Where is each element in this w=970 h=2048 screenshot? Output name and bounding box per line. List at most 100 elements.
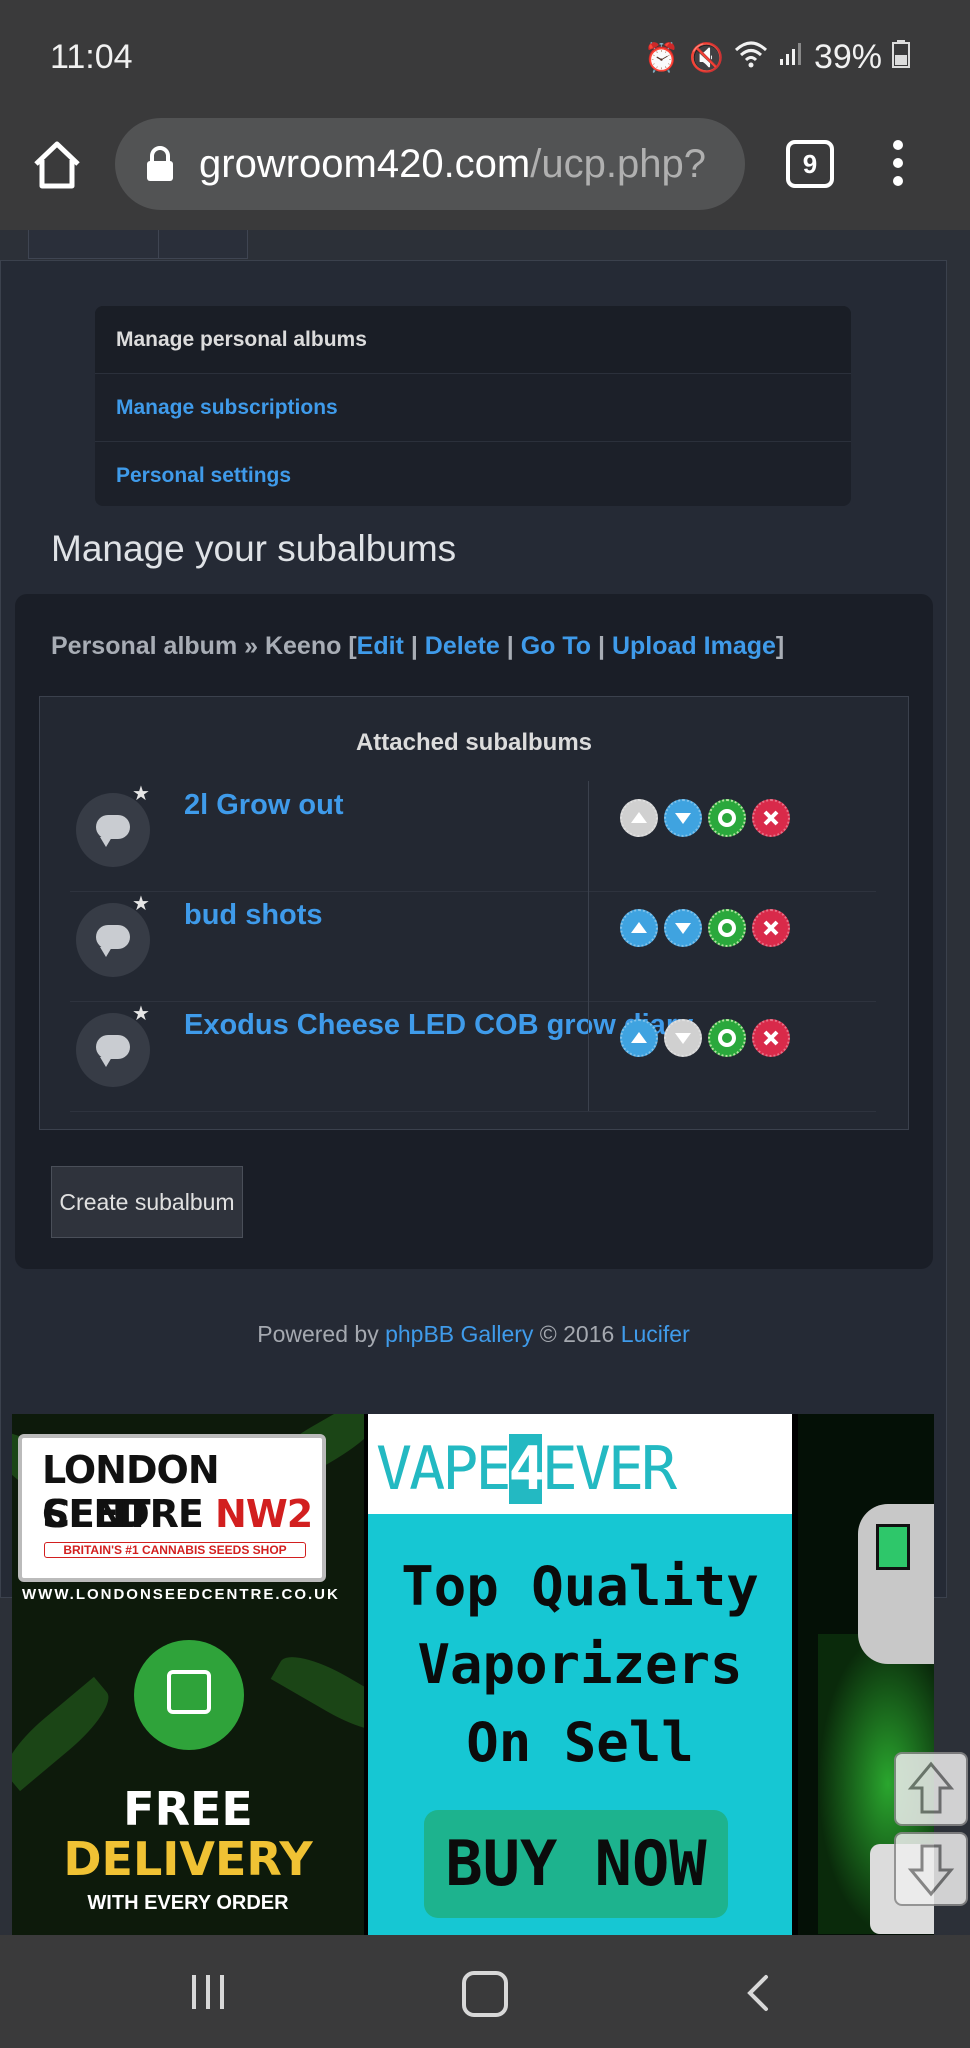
- gear-icon[interactable]: [708, 799, 746, 837]
- attached-subalbums-title: Attached subalbums: [355, 729, 593, 756]
- page-title: Manage your subalbums: [51, 528, 457, 569]
- subalbum-actions: [620, 909, 790, 947]
- browser-toolbar: growroom420.com/ucp.php? 9: [0, 116, 970, 230]
- ucp-panel: Manage personal albums Manage subscripti…: [0, 260, 947, 1598]
- ad-text: 4: [508, 1434, 545, 1504]
- create-subalbum-button[interactable]: Create subalbum: [51, 1166, 243, 1238]
- delete-icon[interactable]: [752, 909, 790, 947]
- home-icon[interactable]: [30, 138, 84, 192]
- address-bar[interactable]: growroom420.com/ucp.php?: [115, 118, 745, 210]
- move-up-disabled-icon: [620, 799, 658, 837]
- upload-image-link[interactable]: Upload Image: [612, 632, 776, 660]
- delete-icon[interactable]: [752, 799, 790, 837]
- subalbum-actions: [620, 1019, 790, 1057]
- list-item: ★ Exodus Cheese LED COB grow diary: [70, 1001, 876, 1112]
- breadcrumb-text: Personal album » Keeno [: [51, 632, 357, 660]
- ad-text: CENTRE NW2: [42, 1492, 313, 1536]
- device-image: [858, 1504, 934, 1664]
- delivery-box-icon: [134, 1640, 244, 1750]
- scroll-controls: [894, 1752, 970, 1912]
- gear-icon[interactable]: [708, 909, 746, 947]
- edit-link[interactable]: Edit: [357, 632, 404, 660]
- ad-vape4ever[interactable]: VAPE4EVER Top Quality Vaporizers On Sell…: [368, 1414, 792, 1935]
- star-icon: ★: [132, 783, 150, 805]
- submenu-item-personal-settings[interactable]: Personal settings: [95, 442, 851, 506]
- lucifer-link[interactable]: Lucifer: [621, 1321, 690, 1347]
- delete-icon[interactable]: [752, 1019, 790, 1057]
- battery-icon: [892, 40, 910, 75]
- ad-text: DELIVERY: [63, 1832, 313, 1886]
- ad-text: Vaporizers: [417, 1633, 743, 1696]
- home-nav-icon[interactable]: [462, 1971, 508, 2017]
- breadcrumb-sep: |: [410, 632, 418, 660]
- status-time: 11:04: [50, 38, 133, 76]
- overflow-menu-icon[interactable]: [888, 140, 908, 190]
- status-bar: 11:04 ⏰ 🔇 39%: [0, 0, 970, 116]
- list-item: ★ 2l Grow out: [70, 781, 876, 892]
- gear-icon[interactable]: [708, 1019, 746, 1057]
- signal-icon: [778, 41, 804, 74]
- ad-tagline: BRITAIN'S #1 CANNABIS SEEDS SHOP: [44, 1542, 306, 1558]
- subalbum-box: Personal album » Keeno [Edit | Delete | …: [15, 594, 933, 1269]
- gallery-submenu: Manage personal albums Manage subscripti…: [95, 306, 851, 506]
- url-domain: growroom420.com: [199, 142, 531, 186]
- breadcrumb: Personal album » Keeno [Edit | Delete | …: [51, 632, 784, 661]
- ad-london-seed-centre[interactable]: LONDON SEED CENTRE NW2 BRITAIN'S #1 CANN…: [12, 1414, 364, 1935]
- profile-tab[interactable]: [28, 230, 160, 259]
- move-down-disabled-icon: [664, 1019, 702, 1057]
- ad-message: Top Quality Vaporizers On Sell: [368, 1548, 792, 1782]
- ad-text: FREE: [123, 1782, 253, 1836]
- status-icons: ⏰ 🔇 39%: [644, 38, 910, 77]
- scroll-up-icon[interactable]: [894, 1752, 968, 1826]
- buy-now-button[interactable]: BUY NOW: [424, 1810, 728, 1918]
- ad-text: EVER: [541, 1434, 677, 1504]
- page-content: Manage personal albums Manage subscripti…: [0, 230, 970, 1935]
- breadcrumb-sep: |: [506, 632, 514, 660]
- subalbum-actions: [620, 799, 790, 837]
- profile-tab-2[interactable]: [158, 230, 248, 259]
- mute-icon: 🔇: [689, 42, 724, 73]
- submenu-item-manage-personal-albums[interactable]: Manage personal albums: [95, 306, 851, 374]
- footer-prefix: Powered by: [257, 1321, 386, 1347]
- scroll-down-icon[interactable]: [894, 1832, 968, 1906]
- move-down-icon[interactable]: [664, 799, 702, 837]
- ad-text: VAPE: [376, 1434, 511, 1504]
- alarm-icon: ⏰: [644, 42, 680, 73]
- phpbb-gallery-link[interactable]: phpBB Gallery: [385, 1321, 533, 1347]
- subalbum-link[interactable]: bud shots: [184, 899, 323, 932]
- submenu-item-manage-subscriptions[interactable]: Manage subscriptions: [95, 374, 851, 442]
- ad-website: WWW.LONDONSEEDCENTRE.CO.UK: [22, 1586, 340, 1603]
- ad-banner-row: LONDON SEED CENTRE NW2 BRITAIN'S #1 CANN…: [12, 1414, 934, 1935]
- move-up-icon[interactable]: [620, 1019, 658, 1057]
- ad-text: WITH EVERY ORDER: [87, 1892, 289, 1914]
- vape4ever-logo: VAPE4EVER: [368, 1414, 792, 1514]
- ad-text: CENTRE: [42, 1492, 216, 1536]
- url-text: growroom420.com/ucp.php?: [199, 142, 706, 187]
- ad-text: Top Quality: [401, 1555, 759, 1618]
- star-icon: ★: [132, 893, 150, 915]
- lock-icon: [145, 146, 175, 182]
- ad-text: NW2: [215, 1492, 313, 1536]
- ad-sign: LONDON SEED CENTRE NW2 BRITAIN'S #1 CANN…: [18, 1434, 326, 1582]
- goto-link[interactable]: Go To: [521, 632, 591, 660]
- footer-mid: © 2016: [533, 1321, 621, 1347]
- footer: Powered by phpBB Gallery © 2016 Lucifer: [1, 1321, 946, 1348]
- delete-link[interactable]: Delete: [425, 632, 500, 660]
- move-down-icon[interactable]: [664, 909, 702, 947]
- battery-percent: 39%: [813, 38, 882, 76]
- tab-switcher-button[interactable]: 9: [786, 140, 834, 188]
- back-icon[interactable]: [742, 1973, 772, 2013]
- star-icon: ★: [132, 1003, 150, 1025]
- wifi-icon: [734, 40, 768, 75]
- subalbum-link[interactable]: 2l Grow out: [184, 789, 344, 822]
- attached-subalbums-panel: Attached subalbums ★ 2l Grow out ★ bud s…: [39, 696, 909, 1130]
- breadcrumb-sep: |: [598, 632, 606, 660]
- subalbum-link[interactable]: Exodus Cheese LED COB grow diary: [184, 1009, 693, 1042]
- recents-icon[interactable]: [192, 1975, 236, 2009]
- ad-text: On Sell: [466, 1711, 694, 1774]
- list-item: ★ bud shots: [70, 891, 876, 1002]
- move-up-icon[interactable]: [620, 909, 658, 947]
- breadcrumb-close: ]: [775, 632, 785, 660]
- url-path: /ucp.php?: [530, 142, 706, 186]
- system-nav-bar: [0, 1935, 970, 2048]
